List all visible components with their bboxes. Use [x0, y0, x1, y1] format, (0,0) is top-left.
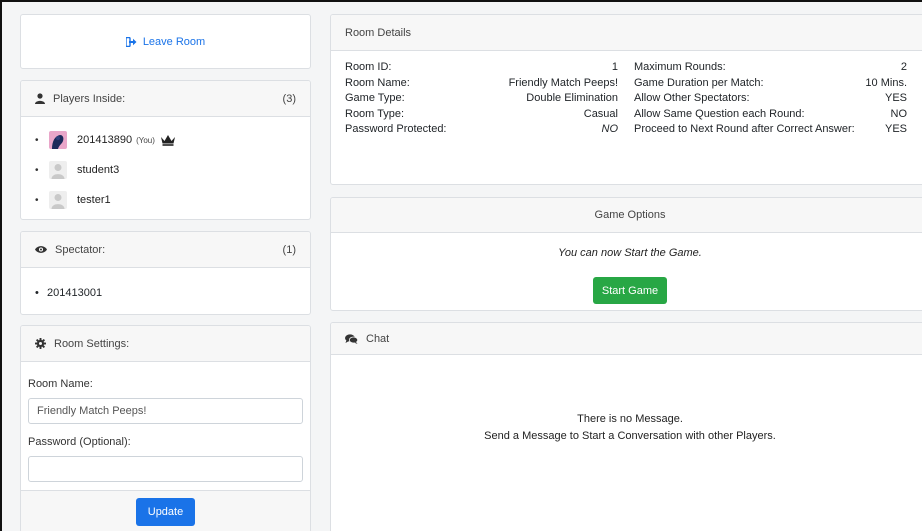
player-name: student3 [77, 164, 120, 176]
chat-empty-hint: Send a Message to Start a Conversation w… [484, 430, 776, 442]
start-game-button[interactable]: Start Game [592, 277, 668, 304]
detail-row: Room ID: 1 [345, 61, 618, 73]
detail-row: Allow Same Question each Round: NO [634, 107, 907, 120]
spectator-count: (1) [282, 243, 296, 256]
detail-row: Maximum Rounds: 2 [634, 61, 907, 73]
start-message: You can now Start the Game. [558, 247, 702, 259]
leave-room-link[interactable]: Leave Room [21, 15, 310, 68]
spectator-header: Spectator: (1) [21, 232, 310, 268]
spectator-card: Spectator: (1) • 201413001 [20, 231, 311, 315]
detail-row: Room Type: Casual [345, 107, 618, 120]
details-title: Room Details [345, 26, 412, 39]
chat-header: Chat [331, 323, 922, 355]
players-list: • 201413890 (You) • student3 • tester1 [21, 117, 310, 219]
players-card: Players Inside: (3) • 201413890 (You) • … [20, 80, 311, 220]
sign-out-icon [125, 36, 137, 47]
game-options-card: Game Options You can now Start the Game.… [330, 197, 922, 311]
eye-icon [35, 245, 47, 254]
settings-title: Room Settings: [54, 337, 130, 350]
details-right-column: Maximum Rounds: 2 Game Duration per Matc… [618, 61, 915, 139]
list-item: • student3 [35, 155, 296, 185]
chat-messages: There is no Message. Send a Message to S… [331, 355, 922, 442]
player-name: tester1 [77, 194, 111, 206]
room-settings-card: Room Settings: Room Name: Password (Opti… [20, 325, 311, 531]
chat-empty-title: There is no Message. [577, 413, 683, 425]
room-page: Leave Room Players Inside: (3) • 2014138… [0, 0, 922, 531]
spectator-title: Spectator: [55, 243, 106, 256]
options-header: Game Options [331, 198, 922, 233]
password-input[interactable] [28, 456, 303, 482]
details-header: Room Details [331, 15, 922, 51]
players-title: Players Inside: [53, 92, 126, 105]
options-title: Game Options [594, 209, 666, 221]
detail-row: Game Duration per Match: 10 Mins. [634, 76, 907, 89]
detail-row: Game Type: Double Elimination [345, 92, 618, 104]
password-label: Password (Optional): [28, 436, 131, 448]
crown-icon [160, 134, 176, 146]
settings-footer: Update [21, 490, 310, 531]
options-body: You can now Start the Game. Start Game [331, 233, 922, 304]
comments-icon [345, 333, 358, 344]
player-name: 201413890 [77, 134, 133, 146]
chat-card: Chat There is no Message. Send a Message… [330, 322, 922, 531]
room-details-card: Room Details Room ID: 1 Room Name: Frien… [330, 14, 922, 185]
detail-row: Allow Other Spectators: YES [634, 92, 907, 104]
cog-icon [35, 338, 46, 349]
settings-form: Room Name: Password (Optional): [21, 362, 310, 482]
you-badge: (You) [136, 135, 155, 145]
players-header: Players Inside: (3) [21, 81, 310, 117]
update-button[interactable]: Update [135, 497, 196, 526]
spectator-name: 201413001 [47, 287, 103, 299]
avatar [49, 191, 67, 209]
spectator-list: • 201413001 [21, 268, 310, 314]
room-name-label: Room Name: [28, 378, 93, 390]
players-count: (3) [282, 92, 296, 105]
list-item: • 201413890 (You) [35, 125, 296, 155]
avatar [49, 131, 67, 149]
list-item: • tester1 [35, 185, 296, 215]
avatar [49, 161, 67, 179]
list-item: • 201413001 [35, 287, 103, 299]
details-grid: Room ID: 1 Room Name: Friendly Match Pee… [331, 51, 922, 139]
room-name-input[interactable] [28, 398, 303, 424]
leave-room-card: Leave Room [20, 14, 311, 69]
leave-room-label: Leave Room [142, 35, 206, 48]
settings-header: Room Settings: [21, 326, 310, 362]
user-icon [35, 93, 45, 104]
details-left-column: Room ID: 1 Room Name: Friendly Match Pee… [345, 61, 618, 139]
detail-row: Proceed to Next Round after Correct Answ… [634, 123, 907, 135]
chat-title: Chat [366, 332, 390, 345]
detail-row: Password Protected: NO [345, 123, 618, 135]
detail-row: Room Name: Friendly Match Peeps! [345, 76, 618, 89]
